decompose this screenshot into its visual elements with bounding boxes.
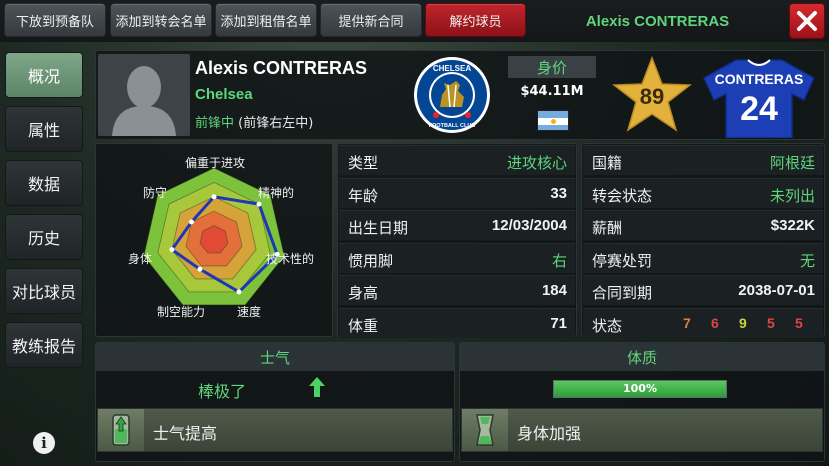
stat-left-row: 出生日期 12/03/2004 bbox=[339, 210, 575, 240]
stat-left-row: 惯用脚 右 bbox=[339, 242, 575, 273]
info-icon[interactable]: i bbox=[33, 432, 55, 454]
stat-left-row: 年龄 33 bbox=[339, 177, 575, 208]
form-rating: 5 bbox=[767, 314, 775, 331]
radar-label-speed: 速度 bbox=[237, 305, 262, 319]
stat-right-value: 未列出 bbox=[769, 186, 815, 205]
stat-left-key: 年龄 bbox=[348, 186, 379, 205]
form-rating: 6 bbox=[711, 314, 719, 331]
radar-point bbox=[169, 247, 175, 253]
sidebar-item-compare[interactable]: 对比球员 bbox=[5, 268, 83, 314]
fitness-boost-icon bbox=[462, 409, 508, 451]
radar-label-technical: 技术性的 bbox=[266, 252, 315, 266]
morale-boost-icon bbox=[98, 409, 144, 451]
stat-left-value: 71 bbox=[550, 314, 567, 332]
fitness-title: 体质 bbox=[460, 343, 824, 371]
player-value: $44.11M bbox=[520, 83, 584, 99]
crest-text-top: CHELSEA bbox=[433, 64, 471, 73]
sidebar-item-attributes[interactable]: 属性 bbox=[5, 106, 83, 152]
stat-left-value: 右 bbox=[551, 251, 567, 270]
morale-value: 棒极了 bbox=[198, 382, 247, 401]
stat-right-value: $322K bbox=[770, 217, 815, 234]
radar-label-mental: 精神的 bbox=[258, 186, 295, 200]
morale-boost-button[interactable]: 士气提高 bbox=[97, 408, 453, 452]
stat-left-key: 出生日期 bbox=[348, 219, 409, 237]
fitness-percent: 100% bbox=[623, 382, 657, 395]
value-label: 身价 bbox=[508, 56, 596, 78]
stat-right-value: 阿根廷 bbox=[769, 154, 815, 172]
position-main: 前锋中 bbox=[195, 116, 235, 131]
radar-label-attacking: 偏重于进攻 bbox=[185, 156, 246, 170]
stat-right-row: 状态 7 6 9 5 5 bbox=[583, 307, 823, 338]
stat-right-row: 转会状态 未列出 bbox=[583, 177, 823, 208]
close-button[interactable] bbox=[789, 3, 825, 39]
stat-left-value: 184 bbox=[541, 282, 567, 299]
avatar bbox=[98, 54, 190, 136]
position-extra: (前锋右左中) bbox=[238, 116, 314, 131]
release-to-reserve-button[interactable]: 下放到预备队 bbox=[4, 3, 106, 37]
up-arrow-icon bbox=[309, 377, 325, 397]
stat-right-row: 国籍 阿根廷 bbox=[583, 145, 823, 175]
form-rating: 5 bbox=[795, 314, 803, 331]
radar-label-defending: 防守 bbox=[143, 186, 168, 200]
sidebar-item-overview[interactable]: 概况 bbox=[5, 52, 83, 98]
sidebar-item-history[interactable]: 历史 bbox=[5, 214, 83, 260]
stat-right-key: 停赛处罚 bbox=[592, 251, 653, 270]
morale-title: 士气 bbox=[96, 343, 454, 371]
terminate-contract-button[interactable]: 解约球员 bbox=[425, 3, 526, 37]
fitness-boost-button[interactable]: 身体加强 bbox=[461, 408, 823, 452]
stat-left-value: 进攻核心 bbox=[506, 154, 567, 172]
sidebar-item-statistics[interactable]: 数据 bbox=[5, 160, 83, 206]
morale-boost-label: 士气提高 bbox=[153, 424, 218, 443]
shirt-name: CONTRERAS bbox=[714, 71, 804, 87]
window-title: Alexis CONTRERAS bbox=[585, 12, 730, 30]
player-position: 前锋中 (前锋右左中) bbox=[195, 112, 313, 131]
stat-right-key: 薪酬 bbox=[592, 219, 623, 237]
radar-point bbox=[236, 289, 242, 295]
radar-label-physical: 身体 bbox=[128, 252, 153, 266]
radar-point bbox=[197, 266, 203, 272]
sidebar-item-coach-report[interactable]: 教练报告 bbox=[5, 322, 83, 368]
stat-left-row: 类型 进攻核心 bbox=[339, 145, 575, 175]
player-club[interactable]: Chelsea bbox=[195, 86, 253, 103]
form-rating: 9 bbox=[739, 314, 747, 331]
attribute-radar-chart bbox=[143, 167, 285, 306]
shirt-number: 24 bbox=[740, 90, 778, 128]
stat-left-value: 33 bbox=[550, 184, 567, 202]
club-crest-icon[interactable]: CHELSEA FOOTBALL CLUB bbox=[412, 55, 492, 135]
stat-right-value: 2038-07-01 bbox=[738, 282, 815, 299]
stat-left-row: 身高 184 bbox=[339, 275, 575, 305]
crest-text-bottom: FOOTBALL CLUB bbox=[429, 123, 476, 129]
radar-point bbox=[188, 219, 194, 225]
stat-left-key: 体重 bbox=[348, 316, 379, 335]
stat-right-row: 薪酬 $322K bbox=[583, 210, 823, 240]
add-to-loan-list-button[interactable]: 添加到租借名单 bbox=[215, 3, 317, 37]
close-icon bbox=[797, 11, 817, 31]
stat-left-key: 类型 bbox=[348, 154, 379, 172]
player-rating: 89 bbox=[639, 84, 665, 109]
stat-right-key: 转会状态 bbox=[592, 186, 653, 205]
radar-point bbox=[256, 201, 262, 207]
stat-right-row: 停赛处罚 无 bbox=[583, 242, 823, 273]
stat-left-value: 12/03/2004 bbox=[491, 217, 567, 234]
form-rating: 7 bbox=[683, 314, 691, 331]
radar-label-aerial: 制空能力 bbox=[157, 305, 206, 319]
stat-right-row: 合同到期 2038-07-01 bbox=[583, 275, 823, 305]
offer-contract-button[interactable]: 提供新合同 bbox=[320, 3, 422, 37]
player-name: Alexis CONTRERAS bbox=[195, 58, 368, 78]
radar-point bbox=[211, 194, 217, 200]
stat-right-key: 国籍 bbox=[592, 154, 623, 172]
argentina-flag-icon bbox=[537, 110, 569, 131]
stat-right-key: 合同到期 bbox=[592, 284, 653, 302]
fitness-progress-bar: 100% bbox=[553, 380, 727, 398]
stat-left-key: 惯用脚 bbox=[348, 251, 394, 270]
stat-right-value: 无 bbox=[799, 251, 815, 270]
stat-right-key: 状态 bbox=[592, 316, 623, 335]
add-to-transfer-list-button[interactable]: 添加到转会名单 bbox=[110, 3, 212, 37]
fitness-boost-label: 身体加强 bbox=[517, 424, 582, 443]
stat-left-key: 身高 bbox=[348, 284, 379, 302]
stat-left-row: 体重 71 bbox=[339, 307, 575, 338]
